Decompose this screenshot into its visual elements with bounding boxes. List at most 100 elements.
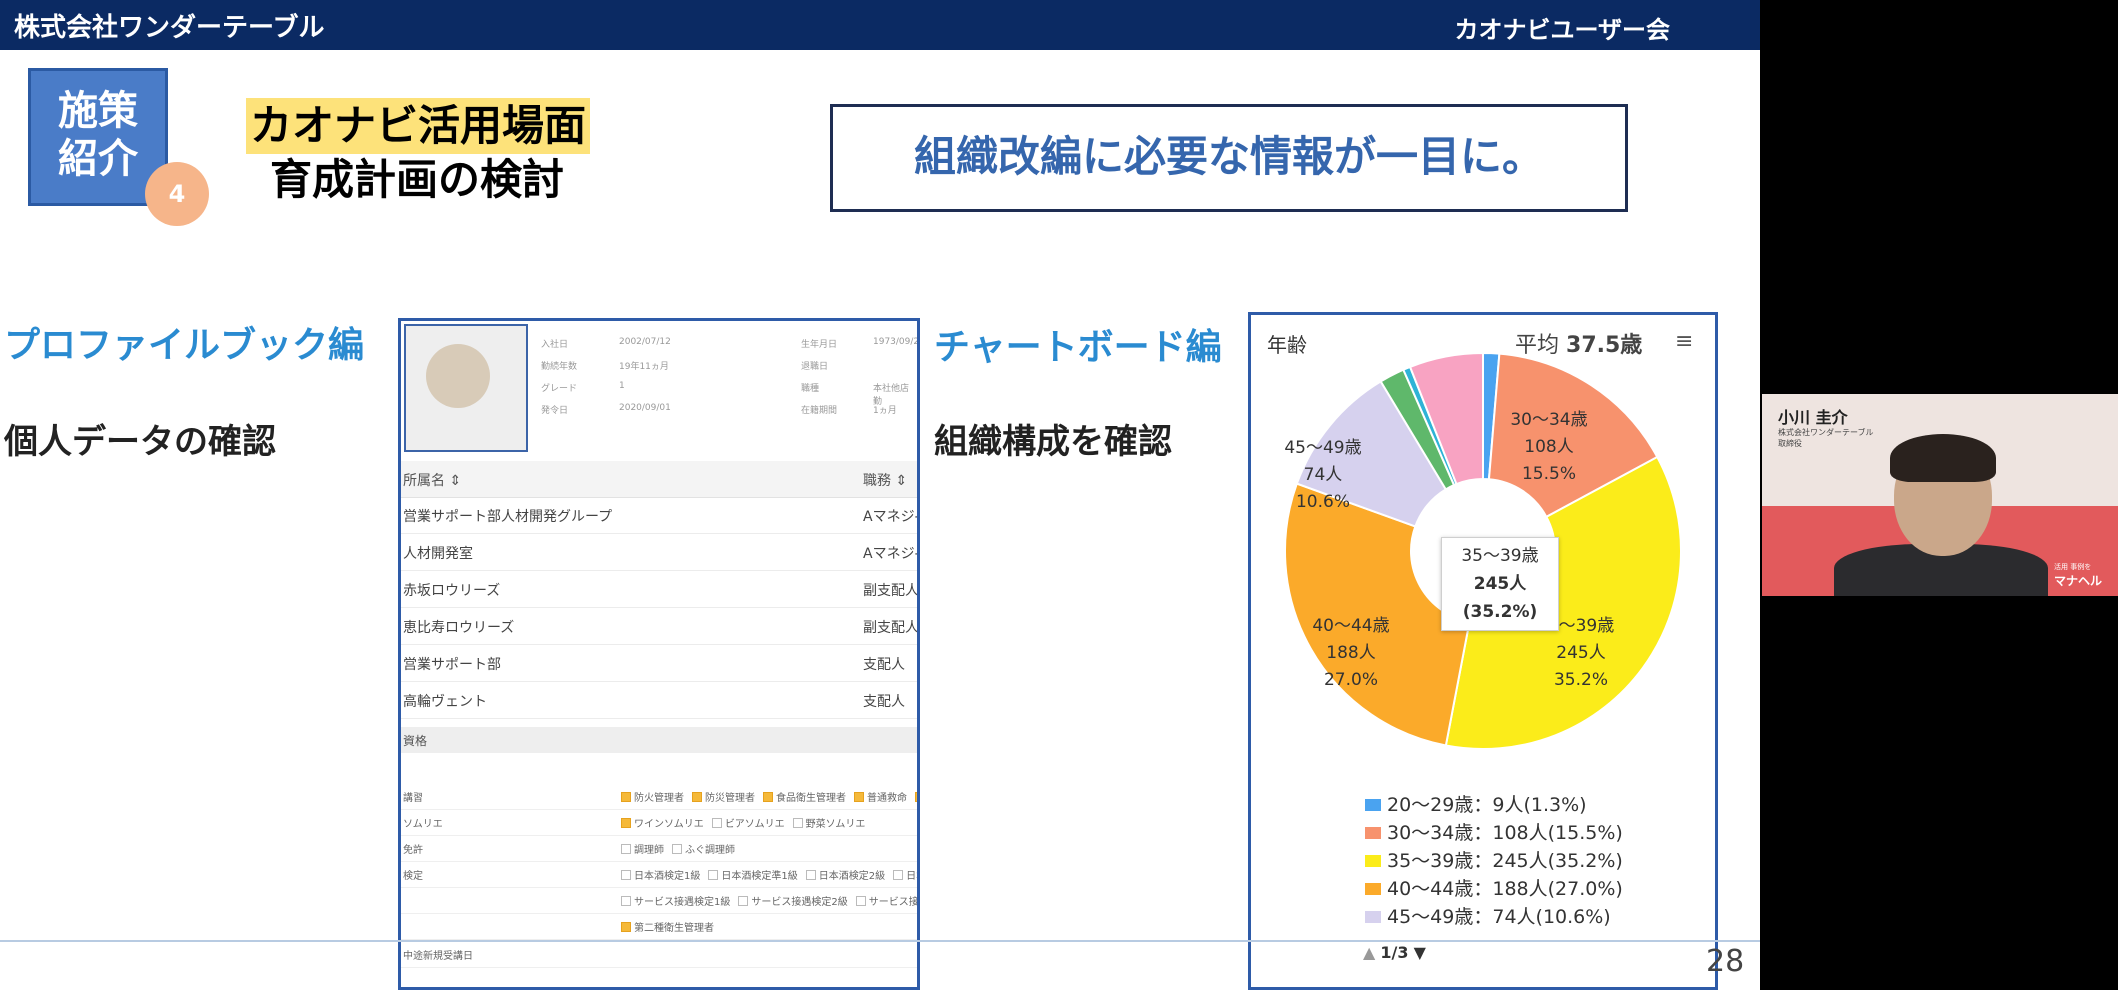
profile-field-k: グレード	[541, 384, 578, 394]
qualification-row: 検定 日本酒検定1級 日本酒検定準1級 日本酒検定2級 日本酒検定	[401, 861, 917, 888]
legend-swatch	[1365, 855, 1381, 867]
legend-pager[interactable]: ▲ 1/3 ▼	[1363, 943, 1426, 962]
slice-data-label: 108人	[1524, 437, 1573, 457]
qualification-checkbox[interactable]	[711, 818, 722, 828]
role-name: 支配人	[863, 657, 905, 673]
slice-data-label: 45〜49歳	[1284, 438, 1361, 458]
speaker-role: 取締役	[1778, 439, 1802, 448]
table-row[interactable]: 営業サポート部人材開発グループ Aマネジ-	[401, 497, 917, 534]
slice-data-label: 35.2%	[1554, 670, 1608, 690]
qualification-checkbox[interactable]	[692, 792, 702, 802]
slice-data-label: 245人	[1556, 643, 1605, 663]
pager-up-icon[interactable]: ▲	[1363, 943, 1375, 962]
qualification-checkbox[interactable]	[792, 818, 803, 828]
qualification-checkbox[interactable]	[854, 792, 864, 802]
role-name: 支配人	[863, 694, 905, 710]
dept-name: 営業サポート部	[403, 657, 501, 673]
profile-field-k: 勤続年数	[541, 362, 578, 372]
tagline-box: 組織改編に必要な情報が一目に。	[830, 104, 1628, 212]
qualification-items: サービス接遇検定1級 サービス接遇検定2級 サービス接遇検定3級	[613, 893, 917, 908]
badge-number: 4	[145, 162, 209, 226]
qualification-name: サービス接遇検定1級	[634, 897, 731, 908]
legend-item[interactable]: 45〜49歳：74人(10.6%)	[1365, 903, 1623, 931]
event-logo-text: マナヘル	[2054, 574, 2103, 588]
qualification-checkbox[interactable]	[708, 870, 719, 880]
footer-line	[0, 940, 1760, 942]
dept-name: 高輪ヴェント	[403, 694, 487, 710]
qualification-checkbox[interactable]	[621, 870, 631, 880]
qualification-label: 免許	[403, 845, 423, 856]
pager-down-icon[interactable]: ▼	[1414, 943, 1426, 962]
use-case-subtitle: 育成計画の検討	[270, 155, 565, 204]
chart-section-label: チャートボード編	[934, 327, 1222, 368]
chart-tooltip: 35〜39歳 245人 (35.2%)	[1441, 537, 1559, 631]
qualification-checkbox[interactable]	[621, 896, 631, 906]
slice-data-label: 188人	[1326, 643, 1375, 663]
qualification-checkbox[interactable]	[621, 844, 631, 854]
use-case-title: カオナビ活用場面	[246, 98, 591, 154]
col-dept[interactable]: 所属名 ⇕	[403, 470, 461, 490]
qualification-checkbox[interactable]	[855, 896, 866, 906]
profile-photo	[404, 324, 528, 452]
slide: 株式会社ワンダーテーブル カオナビユーザー会 施策 紹介 4 カオナビ活用場面 …	[0, 0, 1760, 990]
profile-field-v2: 1973/09/27	[873, 337, 920, 347]
speaker-name: 小川 圭介	[1778, 408, 1848, 427]
qualification-checkbox[interactable]	[893, 870, 904, 880]
col-role[interactable]: 職務 ⇕	[863, 470, 907, 490]
legend-item[interactable]: 40〜44歳：188人(27.0%)	[1365, 875, 1623, 903]
table-row[interactable]: 高輪ヴェント 支配人	[401, 682, 917, 719]
qualification-label: 中途新規受講日	[403, 951, 473, 962]
qualification-label: ソムリエ	[403, 819, 443, 830]
qualification-name: ワインソムリエ	[634, 819, 704, 830]
role-name: Aマネジ-	[863, 509, 920, 525]
table-row[interactable]: 人材開発室 Aマネジ-	[401, 534, 917, 571]
qualification-checkbox[interactable]	[621, 792, 631, 802]
table-row[interactable]: 赤坂ロウリーズ 副支配人	[401, 571, 917, 608]
qualification-row: 第二種衛生管理者	[401, 913, 917, 940]
qualification-items: 調理師 ふぐ調理師	[613, 841, 735, 856]
avatar	[426, 344, 490, 408]
legend-item[interactable]: 35〜39歳：245人(35.2%)	[1365, 847, 1623, 875]
qualification-items: ワインソムリエ ビアソムリエ 野菜ソムリエ	[613, 815, 865, 830]
role-name: 副支配人	[863, 583, 919, 599]
qualification-items: 防火管理者防災管理者食品衛生管理者普通救命ホス	[613, 789, 917, 804]
table-row[interactable]: 営業サポート部 支配人	[401, 645, 917, 682]
tooltip-name: 35〜39歳	[1461, 546, 1539, 566]
qualification-row: 中途新規受講日	[401, 941, 917, 968]
pager-text: 1/3	[1380, 943, 1409, 962]
tooltip-count: 245人	[1473, 574, 1527, 594]
qualification-name: ふぐ調理師	[685, 845, 735, 856]
table-row[interactable]: 恵比寿ロウリーズ 副支配人	[401, 608, 917, 645]
profile-field-v2: 1ヵ月	[873, 406, 897, 416]
slice-data-label: 15.5%	[1522, 464, 1576, 484]
qualification-name: 日本酒検定準1級	[721, 871, 798, 882]
legend-swatch	[1365, 911, 1381, 923]
qualification-checkbox[interactable]	[738, 896, 749, 906]
legend-text: 40〜44歳：188人(27.0%)	[1387, 878, 1623, 900]
qualification-checkbox[interactable]	[621, 922, 631, 932]
qualification-checkbox[interactable]	[805, 870, 816, 880]
qualification-checkbox[interactable]	[672, 844, 682, 854]
speaker-hair	[1890, 434, 1996, 482]
legend-swatch	[1365, 799, 1381, 811]
dept-list-header: 所属名 ⇕ 職務 ⇕	[401, 461, 917, 498]
qualification-name: 防災管理者	[705, 793, 755, 804]
qualification-name: 日本酒検定2級	[818, 871, 886, 882]
profile-field-v: 19年11ヵ月	[619, 362, 669, 372]
legend-item[interactable]: 30〜34歳：108人(15.5%)	[1365, 819, 1623, 847]
top-bar: 株式会社ワンダーテーブル カオナビユーザー会	[0, 0, 1760, 50]
profile-section-desc: 個人データの確認	[4, 422, 276, 462]
legend-swatch	[1365, 883, 1381, 895]
qualification-checkbox[interactable]	[915, 792, 917, 802]
qualification-checkbox[interactable]	[621, 818, 631, 828]
slice-data-label: 74人	[1304, 465, 1343, 485]
legend-item[interactable]: 20〜29歳：9人(1.3%)	[1365, 791, 1623, 819]
qualification-name: 食品衛生管理者	[776, 793, 846, 804]
legend-swatch	[1365, 827, 1381, 839]
qualification-name: 防火管理者	[634, 793, 684, 804]
qualification-checkbox[interactable]	[763, 792, 773, 802]
qualifications-header: 資格	[401, 727, 917, 753]
qualification-name: サービス接遇検定2級	[751, 897, 848, 908]
legend-text: 20〜29歳：9人(1.3%)	[1387, 794, 1587, 816]
dept-name: 人材開発室	[403, 546, 473, 562]
